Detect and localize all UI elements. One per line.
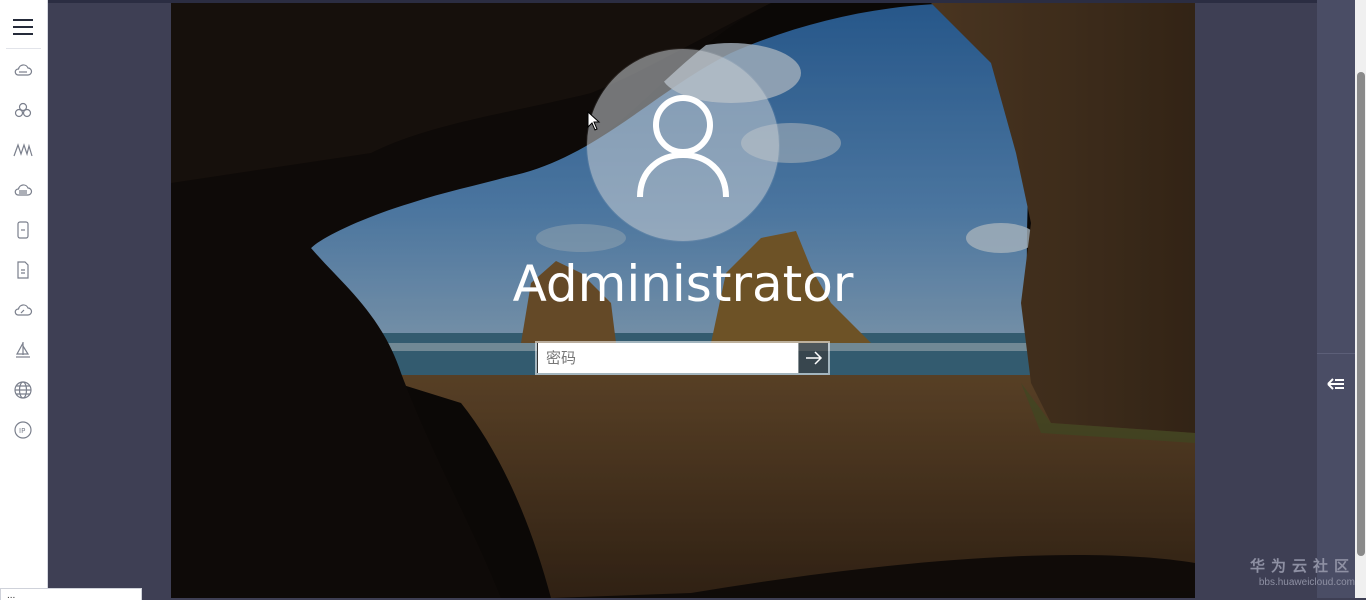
hamburger-menu-icon[interactable] xyxy=(11,15,35,39)
rail-divider xyxy=(1317,353,1355,354)
svg-text:IP: IP xyxy=(19,427,25,435)
scrollbar-thumb[interactable] xyxy=(1357,72,1365,556)
ip-icon[interactable]: IP xyxy=(13,420,33,440)
expand-panel-icon[interactable] xyxy=(1326,374,1346,394)
watermark: 华为云社区 bbs.huaweicloud.com xyxy=(1240,555,1355,588)
sail-icon[interactable] xyxy=(13,340,33,360)
password-input[interactable] xyxy=(537,343,798,373)
watermark-url: bbs.huaweicloud.com xyxy=(1258,577,1355,588)
right-panel-rail xyxy=(1317,0,1355,598)
arrow-right-icon xyxy=(805,351,822,365)
remote-desktop-screen[interactable]: Administrator xyxy=(171,3,1195,598)
watermark-title: 华为云社区 xyxy=(1249,558,1355,575)
bottom-tooltip: ... xyxy=(0,588,142,600)
user-icon xyxy=(637,95,729,198)
cloud-icon[interactable] xyxy=(13,60,33,80)
left-sidebar: IP xyxy=(0,0,48,598)
user-avatar xyxy=(587,49,779,241)
globe-icon[interactable] xyxy=(13,380,33,400)
cloud-speed-icon[interactable] xyxy=(13,300,33,320)
password-field-group xyxy=(535,341,830,375)
document-icon[interactable] xyxy=(13,220,33,240)
mountain-icon[interactable] xyxy=(13,140,33,160)
file-icon[interactable] xyxy=(13,260,33,280)
cloud-database-icon[interactable] xyxy=(13,180,33,200)
nav-divider xyxy=(6,48,41,49)
mouse-pointer-icon xyxy=(587,111,601,131)
cluster-icon[interactable] xyxy=(13,100,33,120)
sign-in-arrow-button[interactable] xyxy=(798,343,828,373)
login-username: Administrator xyxy=(512,255,854,313)
